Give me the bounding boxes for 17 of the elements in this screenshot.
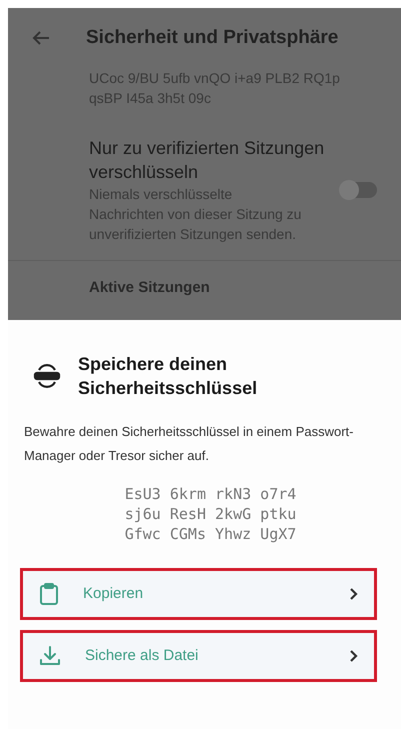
download-icon [39, 645, 61, 667]
key-line: EsU3 6krm rkN3 o7r4 [124, 484, 296, 504]
action-button[interactable]: Sichere als Datei [20, 630, 377, 682]
key-line: sj6u ResH 2kwG ptku [124, 504, 296, 524]
setting-title: Nur zu verifizierten Sitzungen verschlüsseln [89, 137, 325, 184]
page-title: Sicherheit und Privatsphäre [86, 26, 338, 50]
chevron-right-icon [350, 588, 358, 600]
sheet-description: Bewahre deinen Sicherheitsschlüssel in einem Passwort-Manager oder Tresor sicher auf. [23, 423, 354, 465]
sheet-title: Speichere deinen Sicherheitsschlüssel [78, 353, 258, 400]
chevron-right-icon [350, 650, 358, 662]
key-sync-icon [32, 361, 62, 391]
toggle-switch[interactable] [341, 182, 377, 198]
action-button[interactable]: Kopieren [20, 568, 377, 620]
back-arrow-icon[interactable] [32, 30, 50, 46]
clipboard-icon [39, 583, 59, 605]
section-heading: Aktive Sitzungen [88, 278, 211, 298]
key-line: Gfwc CGMs Yhwz UgX7 [124, 524, 296, 544]
